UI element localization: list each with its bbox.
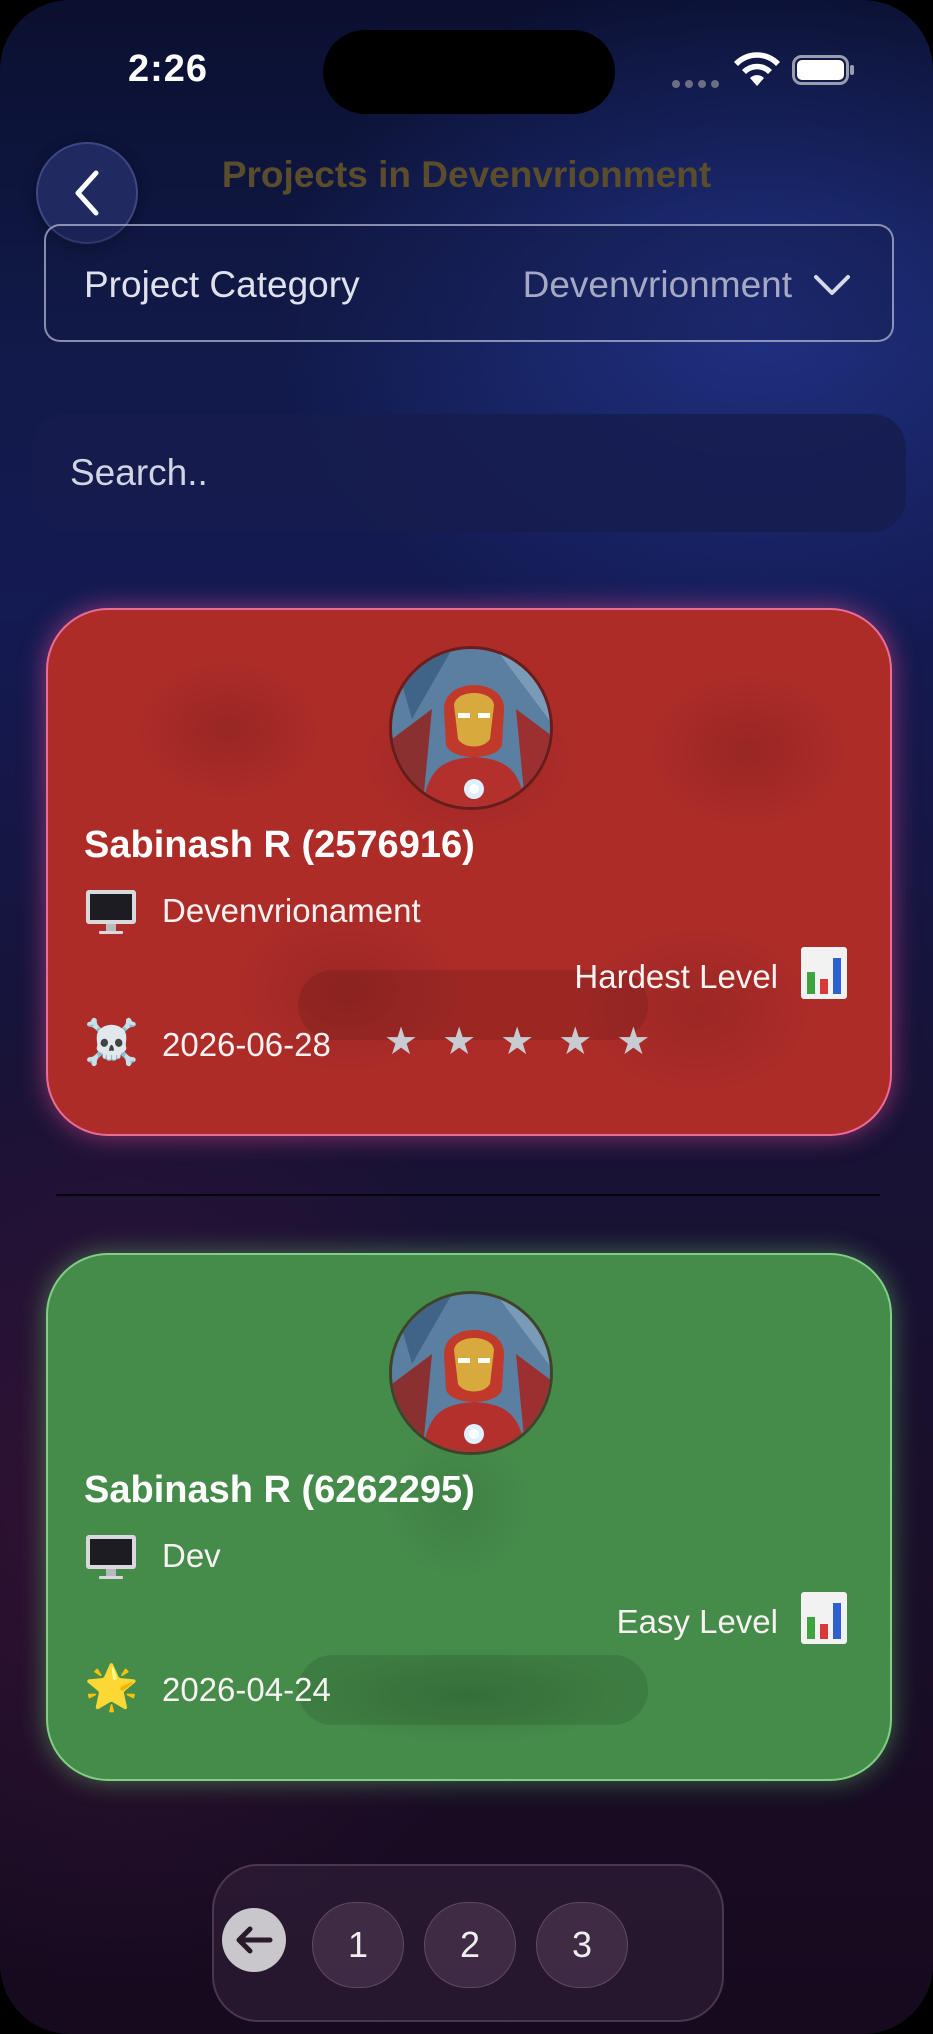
card-background-decoration: [298, 1655, 648, 1725]
cellular-signal-icon: [672, 80, 720, 88]
card-date: 2026-06-28: [162, 1026, 331, 1063]
card-title: Sabinash R (2576916): [84, 824, 475, 866]
difficulty-level: Hardest Level: [574, 958, 778, 995]
project-card[interactable]: Sabinash R (2576916) Devenvrionament Har…: [46, 608, 892, 1136]
star-icon: ★: [500, 1021, 535, 1063]
desktop-computer-icon: [86, 1535, 136, 1579]
chevron-down-icon: [814, 275, 850, 295]
dynamic-island: [323, 30, 615, 114]
app-screen: 2:26 Projects in Devenvrionment Project …: [0, 0, 933, 2034]
rating-stars: ★ ★ ★ ★ ★: [384, 1020, 650, 1064]
divider: [56, 1194, 880, 1196]
star-icon: ★: [384, 1021, 419, 1063]
difficulty-level: Easy Level: [616, 1603, 778, 1640]
card-title: Sabinash R (6262295): [84, 1469, 475, 1511]
project-category-label: Project Category: [84, 264, 360, 305]
avatar: [389, 1291, 553, 1455]
arrow-left-icon: [236, 1926, 273, 1954]
page-2-button[interactable]: 2: [424, 1902, 516, 1988]
desktop-computer-icon: [86, 890, 136, 934]
status-time: 2:26: [128, 48, 209, 90]
glowing-star-icon: 🌟: [84, 1663, 139, 1712]
skull-crossbones-icon: ☠️: [84, 1018, 139, 1067]
chevron-left-icon: [75, 170, 99, 216]
page-3-button[interactable]: 3: [536, 1902, 628, 1988]
bar-chart-icon: [801, 1592, 847, 1644]
previous-page-button[interactable]: [222, 1908, 286, 1972]
project-category-select[interactable]: Project Category Devenvrionment: [44, 224, 894, 342]
wifi-icon: [734, 52, 780, 86]
page-title: Projects in Devenvrionment: [221, 154, 712, 195]
page-1-button[interactable]: 1: [312, 1902, 404, 1988]
search-input[interactable]: [32, 414, 906, 532]
star-icon: ★: [442, 1021, 477, 1063]
star-icon: ★: [558, 1021, 593, 1063]
bar-chart-icon: [801, 947, 847, 999]
project-category-value: Devenvrionment: [522, 264, 792, 305]
card-tech: Devenvrionament: [162, 892, 421, 929]
battery-icon: [792, 55, 854, 85]
star-icon: ★: [616, 1021, 651, 1063]
pagination: 1 2 3: [212, 1864, 724, 2022]
avatar: [389, 646, 553, 810]
card-tech: Dev: [162, 1537, 221, 1574]
card-date: 2026-04-24: [162, 1671, 331, 1708]
project-card[interactable]: Sabinash R (6262295) Dev Easy Level 🌟 20…: [46, 1253, 892, 1781]
